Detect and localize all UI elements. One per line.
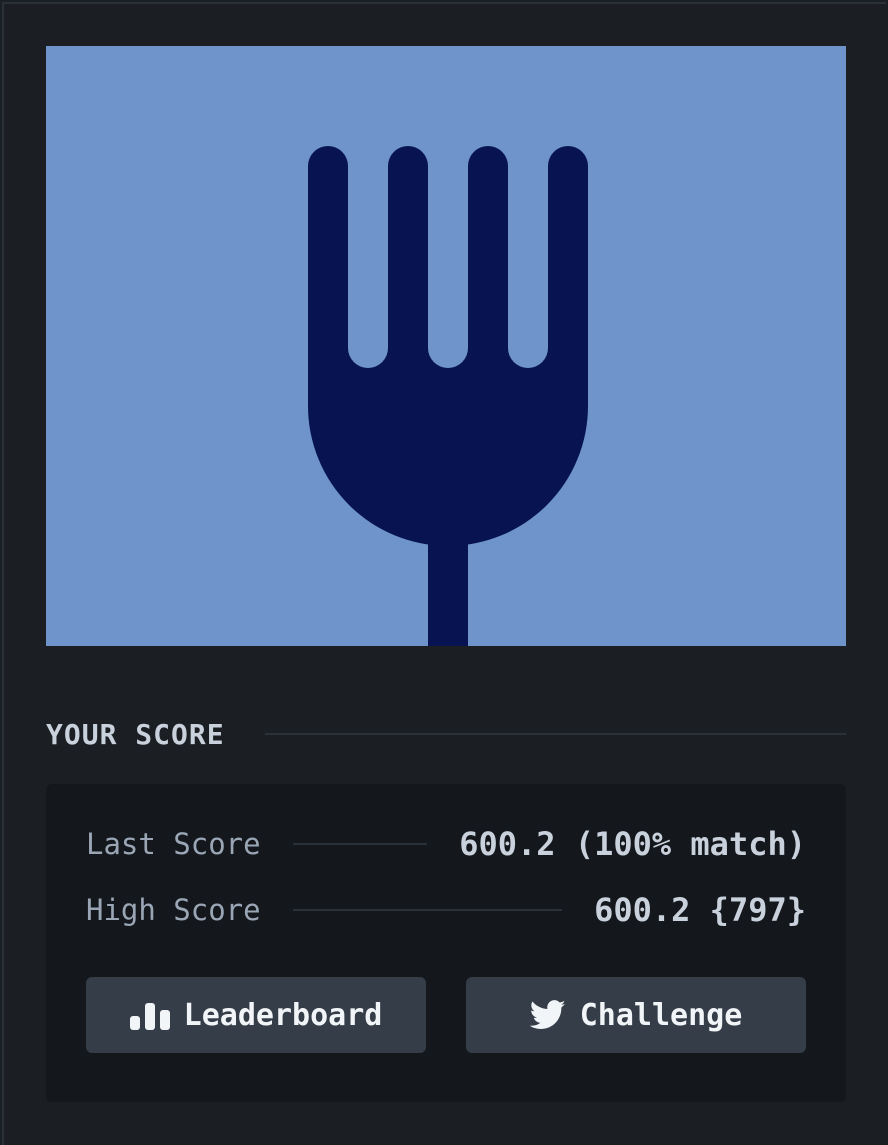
section-title: YOUR SCORE <box>46 717 225 751</box>
challenge-label: Challenge <box>579 997 743 1033</box>
challenge-button[interactable]: Challenge <box>466 977 806 1053</box>
high-score-divider <box>292 909 563 911</box>
leaderboard-label: Leaderboard <box>183 997 383 1033</box>
high-score-value: 600.2 {797} <box>594 891 806 929</box>
last-score-row: Last Score 600.2 (100% match) <box>86 822 806 866</box>
leaderboard-button[interactable]: Leaderboard <box>86 977 426 1053</box>
high-score-label: High Score <box>86 893 261 927</box>
result-panel: YOUR SCORE Last Score 600.2 (100% match)… <box>2 2 886 1145</box>
high-score-row: High Score 600.2 {797} <box>86 888 806 932</box>
twitter-icon <box>529 1000 566 1030</box>
last-score-label: Last Score <box>86 827 261 861</box>
header-divider <box>264 733 846 735</box>
fork-icon <box>308 126 588 646</box>
score-header: YOUR SCORE <box>46 712 846 756</box>
last-score-divider <box>292 843 428 845</box>
artwork-canvas <box>46 46 846 646</box>
bar-chart-icon <box>129 1000 170 1030</box>
last-score-value: 600.2 (100% match) <box>459 825 806 863</box>
score-card: Last Score 600.2 (100% match) High Score… <box>46 784 846 1102</box>
